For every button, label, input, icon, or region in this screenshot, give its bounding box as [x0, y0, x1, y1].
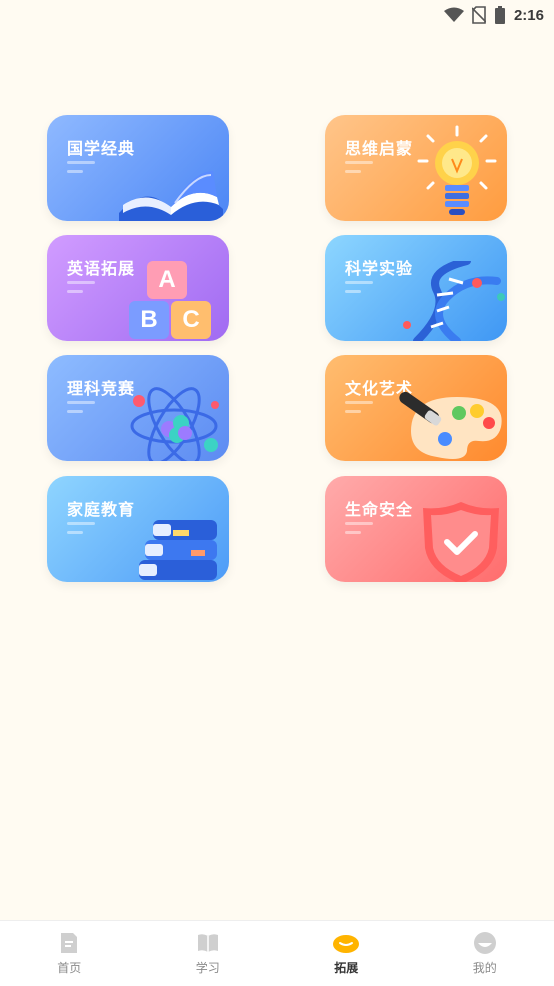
card-kexue-shiyan[interactable]: 科学实验 [325, 235, 507, 341]
shield-icon [423, 502, 499, 582]
lightbulb-icon [417, 125, 497, 215]
bottom-tab-bar: 首页 学习 拓展 我的 [0, 920, 554, 986]
card-title: 生命安全 [345, 500, 414, 519]
palette-icon [399, 391, 502, 459]
no-sim-icon [471, 6, 486, 24]
card-decoration-lines [67, 281, 95, 299]
card-decoration-lines [345, 401, 373, 419]
tab-home[interactable]: 首页 [29, 931, 109, 976]
status-time: 2:16 [513, 6, 544, 24]
block-a: A [147, 261, 187, 299]
status-bar: 2:16 [0, 0, 554, 30]
home-icon [61, 933, 78, 953]
tab-study[interactable]: 学习 [168, 931, 248, 976]
tab-expand[interactable]: 拓展 [306, 931, 386, 976]
profile-icon [473, 932, 496, 954]
card-like-jingsai[interactable]: 理科竞赛 [47, 355, 229, 461]
tab-profile[interactable]: 我的 [445, 931, 525, 976]
card-jiating-jiaoyu[interactable]: 家庭教育 [47, 476, 229, 582]
card-decoration-lines [345, 281, 373, 299]
card-siwei-qimeng[interactable]: 思维启蒙 [325, 115, 507, 221]
tab-label: 我的 [472, 961, 497, 975]
book-open-icon [197, 934, 218, 952]
books-stack-icon [139, 520, 217, 580]
card-decoration-lines [67, 522, 95, 540]
card-decoration-lines [345, 161, 373, 179]
tab-label: 学习 [195, 961, 220, 975]
card-guoxue-jingdian[interactable]: 国学经典 [47, 115, 229, 221]
block-c: C [171, 301, 211, 339]
card-title: 思维启蒙 [345, 139, 414, 158]
card-title: 家庭教育 [67, 500, 136, 519]
block-b: B [129, 301, 169, 339]
card-wenhua-yishu[interactable]: 文化艺术 [325, 355, 507, 461]
battery-icon [494, 6, 505, 24]
dna-icon [403, 261, 505, 341]
card-title: 英语拓展 [67, 259, 136, 278]
card-decoration-lines [67, 161, 95, 179]
tab-label: 拓展 [334, 961, 359, 975]
card-shengming-anquan[interactable]: 生命安全 [325, 476, 507, 582]
tab-label: 首页 [57, 961, 82, 975]
abc-blocks-icon: A B C [129, 261, 229, 341]
book-icon [119, 171, 223, 221]
card-yingyu-tuozhan[interactable]: 英语拓展 A B C [47, 235, 229, 341]
card-decoration-lines [67, 401, 95, 419]
wifi-icon [443, 7, 464, 22]
card-decoration-lines [345, 522, 373, 540]
atom-icon [130, 387, 219, 461]
expand-icon [333, 935, 360, 953]
